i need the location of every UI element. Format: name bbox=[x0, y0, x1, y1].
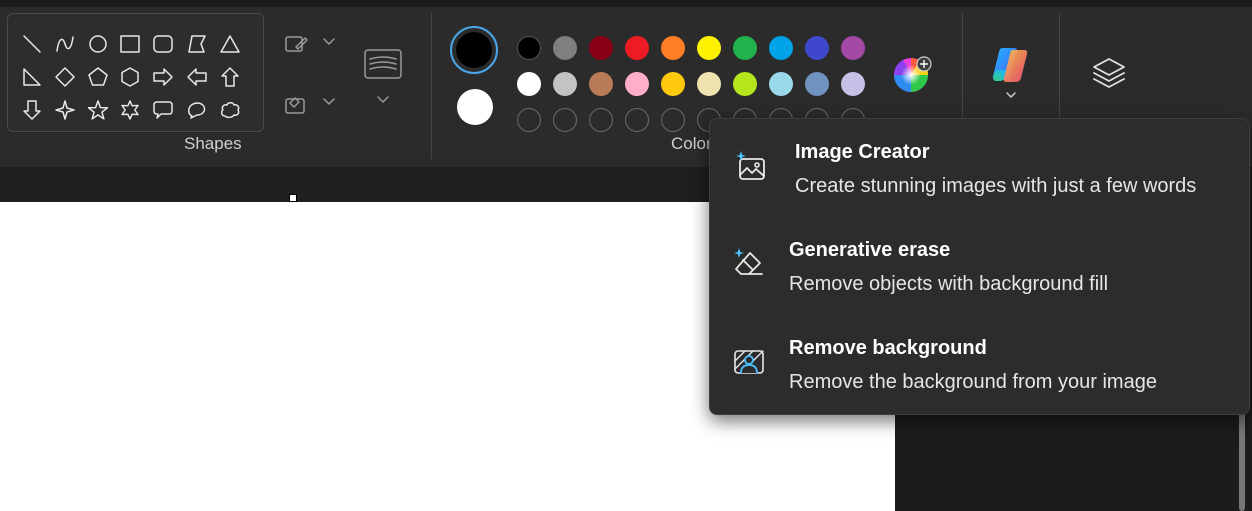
color-swatch[interactable] bbox=[589, 36, 613, 60]
rounded-callout-icon[interactable] bbox=[149, 96, 177, 124]
right-arrow-icon[interactable] bbox=[149, 63, 177, 91]
color2-selector[interactable] bbox=[457, 89, 493, 125]
up-arrow-icon[interactable] bbox=[216, 63, 244, 91]
heart-icon[interactable] bbox=[18, 129, 46, 131]
image-sparkle-icon bbox=[734, 150, 768, 184]
custom-color-slot[interactable] bbox=[625, 108, 649, 132]
color1-selector[interactable] bbox=[450, 26, 498, 74]
polygon-icon[interactable] bbox=[183, 30, 211, 58]
menu-item-generative-erase[interactable]: Generative erase Remove objects with bac… bbox=[710, 217, 1249, 307]
color-swatch[interactable] bbox=[769, 72, 793, 96]
four-point-star-icon[interactable] bbox=[51, 96, 79, 124]
line-icon[interactable] bbox=[18, 30, 46, 58]
chevron-down-icon[interactable] bbox=[321, 95, 337, 109]
canvas-resize-handle[interactable] bbox=[289, 194, 297, 202]
divider bbox=[431, 13, 432, 159]
shapes-group-label: Shapes bbox=[184, 134, 242, 153]
menu-item-title: Generative erase bbox=[789, 239, 951, 261]
custom-color-slot[interactable] bbox=[589, 108, 613, 132]
copilot-icon[interactable] bbox=[990, 44, 1032, 86]
color-swatch[interactable] bbox=[661, 72, 685, 96]
color-swatch[interactable] bbox=[841, 36, 865, 60]
pentagon-icon[interactable] bbox=[84, 63, 112, 91]
custom-color-slot[interactable] bbox=[517, 108, 541, 132]
menu-item-remove-background[interactable]: Remove background Remove the background … bbox=[710, 315, 1249, 405]
menu-item-description: Create stunning images with just a few w… bbox=[795, 175, 1197, 197]
six-point-star-icon[interactable] bbox=[116, 96, 144, 124]
right-triangle-icon[interactable] bbox=[18, 63, 46, 91]
color-swatch[interactable] bbox=[697, 36, 721, 60]
rectangle-icon[interactable] bbox=[116, 30, 144, 58]
five-point-star-icon[interactable] bbox=[84, 96, 112, 124]
layers-icon[interactable] bbox=[1091, 56, 1127, 90]
color-swatch[interactable] bbox=[733, 36, 757, 60]
oval-icon[interactable] bbox=[84, 30, 112, 58]
vertical-scrollbar[interactable] bbox=[1239, 405, 1245, 511]
color-swatch[interactable] bbox=[661, 36, 685, 60]
hexagon-icon[interactable] bbox=[116, 63, 144, 91]
cloud-callout-icon[interactable] bbox=[216, 96, 244, 124]
curve-icon[interactable] bbox=[51, 30, 79, 58]
copilot-menu: Image Creator Create stunning images wit… bbox=[709, 118, 1250, 415]
chevron-down-icon[interactable] bbox=[321, 35, 337, 49]
menu-item-title: Remove background bbox=[789, 337, 987, 359]
outline-icon[interactable] bbox=[284, 33, 308, 55]
size-icon[interactable] bbox=[364, 49, 402, 79]
menu-item-image-creator[interactable]: Image Creator Create stunning images wit… bbox=[710, 119, 1249, 209]
rounded-rectangle-icon[interactable] bbox=[149, 30, 177, 58]
left-arrow-icon[interactable] bbox=[183, 63, 211, 91]
divider bbox=[962, 13, 963, 123]
color-swatch[interactable] bbox=[733, 72, 757, 96]
chevron-down-icon[interactable] bbox=[1003, 89, 1019, 101]
remove-background-icon bbox=[732, 346, 766, 380]
color-swatch[interactable] bbox=[589, 72, 613, 96]
color-swatch[interactable] bbox=[553, 36, 577, 60]
eraser-sparkle-icon bbox=[732, 247, 766, 281]
menu-item-description: Remove objects with background fill bbox=[789, 273, 1109, 295]
color1-swatch bbox=[456, 32, 492, 68]
custom-color-slot[interactable] bbox=[661, 108, 685, 132]
color-swatch[interactable] bbox=[625, 36, 649, 60]
color-swatch[interactable] bbox=[769, 36, 793, 60]
color-swatch[interactable] bbox=[517, 36, 541, 60]
triangle-icon[interactable] bbox=[216, 30, 244, 58]
color-swatch[interactable] bbox=[697, 72, 721, 96]
diamond-icon[interactable] bbox=[51, 63, 79, 91]
fill-icon[interactable] bbox=[284, 93, 308, 115]
shapes-gallery[interactable] bbox=[7, 13, 264, 132]
menu-item-title: Image Creator bbox=[795, 141, 930, 163]
title-strip bbox=[0, 0, 1252, 7]
color-swatch[interactable] bbox=[805, 36, 829, 60]
oval-callout-icon[interactable] bbox=[183, 96, 211, 124]
edit-colors-icon[interactable] bbox=[892, 54, 932, 94]
color-swatch[interactable] bbox=[517, 72, 541, 96]
down-arrow-icon[interactable] bbox=[18, 96, 46, 124]
color-swatch[interactable] bbox=[553, 72, 577, 96]
custom-color-slot[interactable] bbox=[553, 108, 577, 132]
chevron-down-icon[interactable] bbox=[375, 93, 391, 107]
color-swatch[interactable] bbox=[805, 72, 829, 96]
lightning-icon[interactable] bbox=[51, 129, 79, 131]
divider bbox=[1059, 13, 1060, 123]
menu-item-description: Remove the background from your image bbox=[789, 371, 1157, 393]
color-swatch[interactable] bbox=[625, 72, 649, 96]
color-swatch[interactable] bbox=[841, 72, 865, 96]
